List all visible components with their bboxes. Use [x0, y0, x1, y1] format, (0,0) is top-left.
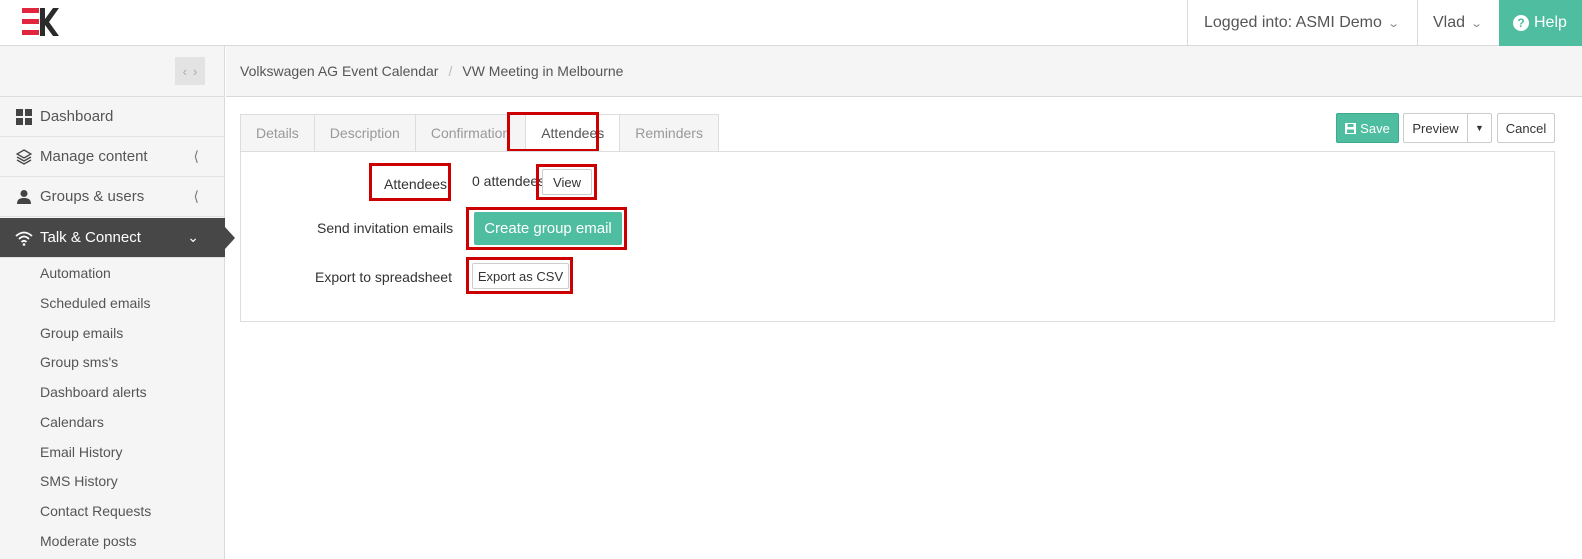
- sidebar-item-talk-connect[interactable]: Talk & Connect ⌄: [0, 218, 225, 258]
- sidebar-item-groups-users[interactable]: Groups & users ⟨: [0, 177, 225, 217]
- sidebar-item-label: Groups & users: [40, 188, 145, 205]
- brand-logo[interactable]: [22, 6, 60, 38]
- chevron-left-icon: ⟨: [193, 188, 199, 204]
- tab-description[interactable]: Description: [313, 114, 415, 152]
- highlight-box: [466, 207, 627, 250]
- caret-down-icon: ▼: [1475, 123, 1484, 133]
- sidebar-subitem-dashboard-alerts[interactable]: Dashboard alerts: [40, 384, 147, 400]
- account-dropdown[interactable]: Logged into: ASMI Demo ⌄: [1187, 0, 1417, 46]
- sidebar-subitem-calendars[interactable]: Calendars: [40, 414, 104, 430]
- tab-reminders[interactable]: Reminders: [619, 114, 719, 152]
- help-button[interactable]: ? Help: [1499, 0, 1582, 46]
- chevron-down-icon: ⌄: [1387, 17, 1400, 30]
- sidebar-item-label: Dashboard: [40, 108, 114, 125]
- sidebar-item-label: Manage content: [40, 148, 148, 165]
- sidebar-item-manage-content[interactable]: Manage content ⟨: [0, 137, 225, 177]
- tab-details[interactable]: Details: [240, 114, 314, 152]
- breadcrumb-current: VW Meeting in Melbourne: [462, 63, 624, 79]
- logged-into-label: Logged into: ASMI Demo: [1204, 14, 1382, 31]
- sidebar-item-label: Talk & Connect: [40, 229, 141, 246]
- export-label: Export to spreadsheet: [315, 269, 452, 285]
- user-icon: [15, 189, 33, 205]
- active-indicator: [225, 227, 235, 249]
- preview-options-dropdown[interactable]: ▼: [1467, 113, 1492, 143]
- top-bar: Logged into: ASMI Demo ⌄ Vlad ⌄ ? Help: [0, 0, 1582, 46]
- sidebar-subitem-moderate-posts[interactable]: Moderate posts: [40, 533, 137, 549]
- breadcrumb-link-calendar[interactable]: Volkswagen AG Event Calendar: [240, 63, 438, 79]
- highlight-box: [507, 112, 599, 152]
- sidebar-subitem-scheduled-emails[interactable]: Scheduled emails: [40, 295, 151, 311]
- sidebar-subitem-sms-history[interactable]: SMS History: [40, 473, 118, 489]
- highlight-box: [466, 257, 573, 294]
- chevron-left-icon: ‹: [182, 63, 187, 79]
- sidebar-collapse-toggle[interactable]: ‹ ›: [175, 57, 205, 85]
- cancel-button[interactable]: Cancel: [1497, 113, 1555, 143]
- sidebar-subitem-group-sms[interactable]: Group sms's: [40, 354, 118, 370]
- highlight-box: [369, 163, 451, 201]
- floppy-icon: [1345, 122, 1357, 134]
- help-label: Help: [1534, 14, 1567, 31]
- chevron-down-icon: ⌄: [187, 229, 199, 245]
- sidebar-subitem-contact-requests[interactable]: Contact Requests: [40, 503, 151, 519]
- breadcrumb: Volkswagen AG Event Calendar / VW Meetin…: [226, 46, 1582, 97]
- chevron-right-icon: ›: [193, 63, 198, 79]
- highlight-box: [536, 164, 597, 200]
- grid-icon: [15, 108, 33, 125]
- breadcrumb-separator: /: [448, 63, 453, 79]
- wifi-icon: [15, 230, 33, 246]
- chevron-down-icon: ⌄: [1470, 17, 1484, 30]
- sidebar-subitem-email-history[interactable]: Email History: [40, 444, 122, 460]
- chevron-left-icon: ⟨: [193, 148, 199, 164]
- sidebar-subitem-automation[interactable]: Automation: [40, 265, 111, 281]
- user-menu[interactable]: Vlad ⌄: [1417, 0, 1499, 46]
- save-label: Save: [1360, 120, 1390, 136]
- help-icon: ?: [1513, 15, 1529, 31]
- tab-bar: Details Description Confirmation Attende…: [240, 114, 719, 152]
- save-button[interactable]: Save: [1336, 113, 1399, 143]
- preview-button[interactable]: Preview: [1403, 113, 1468, 143]
- attendees-count: 0 attendees: [472, 173, 546, 189]
- sidebar-item-dashboard[interactable]: Dashboard: [0, 97, 225, 137]
- sidebar-subitem-group-emails[interactable]: Group emails: [40, 325, 123, 341]
- layers-icon: [15, 148, 33, 165]
- user-name: Vlad: [1433, 14, 1466, 31]
- send-invitation-label: Send invitation emails: [317, 220, 454, 236]
